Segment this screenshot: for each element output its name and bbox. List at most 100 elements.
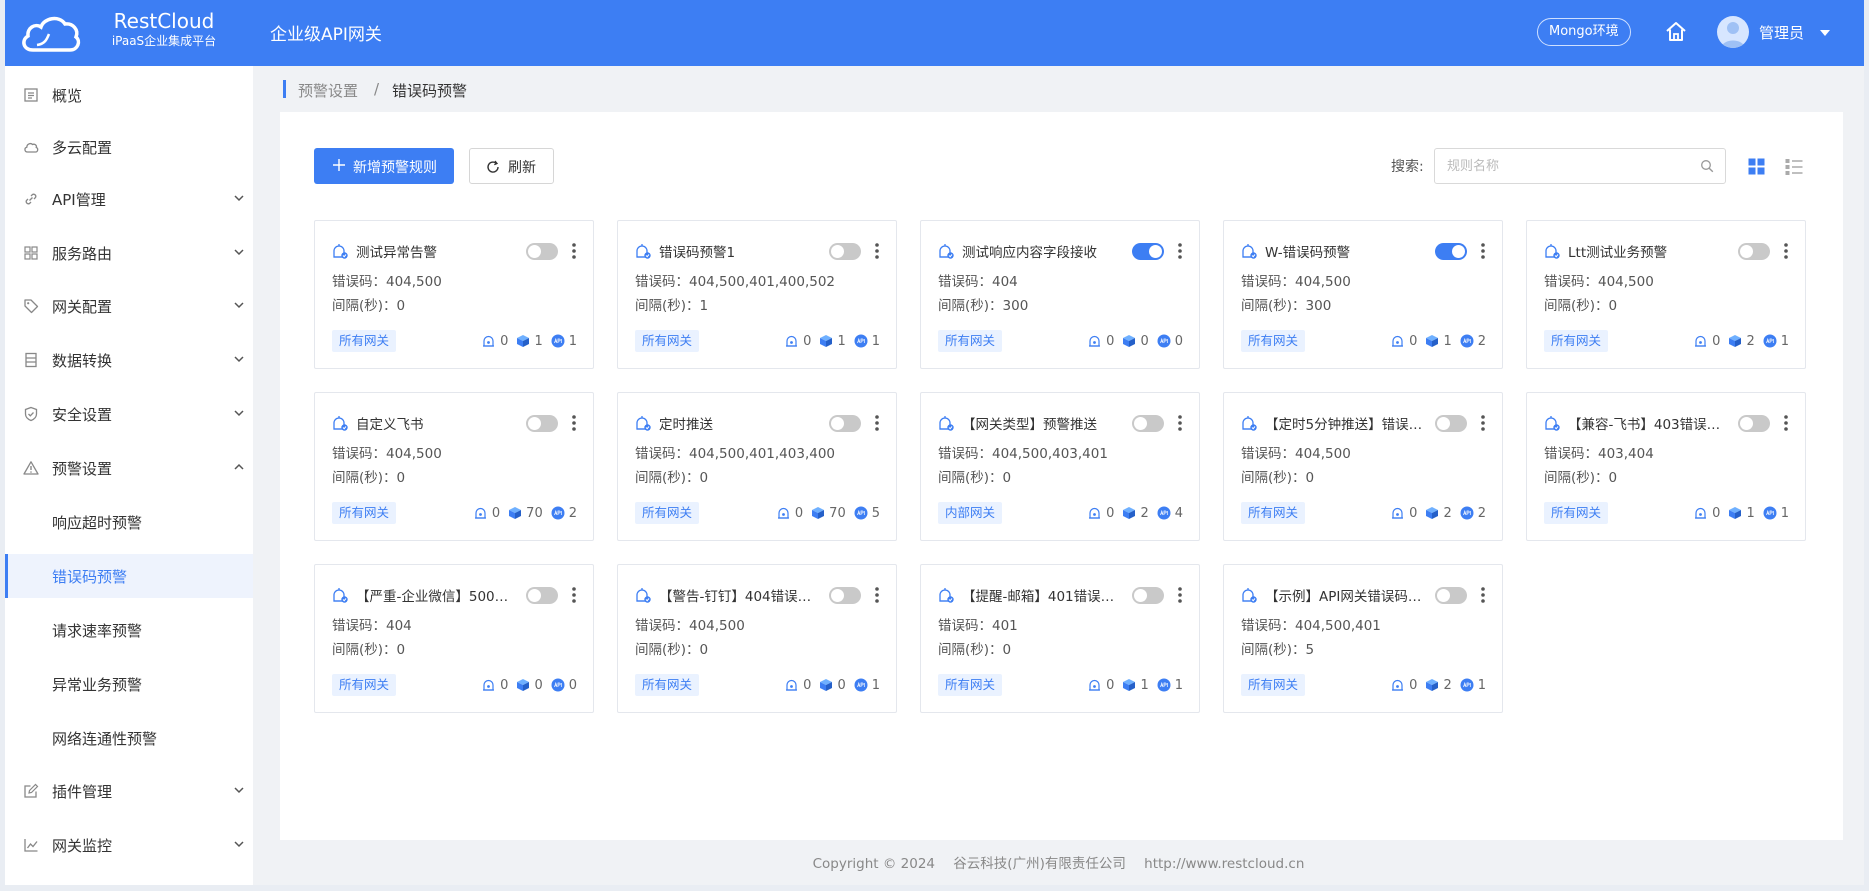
more-vertical-icon[interactable] xyxy=(571,586,577,604)
alert-rule-card[interactable]: 定时推送 错误码：404,500,401,403,400 间隔(秒)：0 所有网关 0 7… xyxy=(617,392,897,541)
alert-rule-title[interactable]: Ltt测试业务预警 xyxy=(1568,241,1733,261)
more-vertical-icon[interactable] xyxy=(1177,414,1183,432)
sidebar-subitem-business-alert[interactable]: 异常业务预警 xyxy=(5,662,253,706)
card-stats: 0 70 5 xyxy=(777,504,880,522)
breadcrumb-parent[interactable]: 预警设置 xyxy=(298,80,358,101)
more-vertical-icon[interactable] xyxy=(874,242,880,260)
search-icon[interactable] xyxy=(1700,159,1714,173)
enable-toggle[interactable] xyxy=(1132,415,1164,432)
more-vertical-icon[interactable] xyxy=(874,586,880,604)
list-view-icon[interactable] xyxy=(1785,158,1803,175)
alert-rule-title[interactable]: 【网关类型】预警推送 xyxy=(962,413,1127,433)
alert-rule-title[interactable]: 【兼容-飞书】403错误码预警 xyxy=(1568,413,1733,433)
alert-rule-title[interactable]: W-错误码预警 xyxy=(1265,241,1430,261)
enable-toggle[interactable] xyxy=(1435,243,1467,260)
alert-rule-card[interactable]: 【严重-企业微信】500错误码预警错误码：404 间隔(秒)：0 所有网关 0 0 0 xyxy=(314,564,594,713)
service-cube-icon xyxy=(1123,335,1136,347)
enable-toggle[interactable] xyxy=(1132,587,1164,604)
alert-rule-title[interactable]: 【严重-企业微信】500错误码预警 xyxy=(356,585,521,605)
alert-rule-card[interactable]: 测试异常告警 错误码：404,500 间隔(秒)：0 所有网关 0 1 1 xyxy=(314,220,594,369)
caret-down-icon[interactable] xyxy=(1820,29,1830,37)
enable-toggle[interactable] xyxy=(1738,243,1770,260)
enable-toggle[interactable] xyxy=(1738,415,1770,432)
sidebar-item-data-transform[interactable]: 数据转换 xyxy=(5,338,253,382)
home-icon[interactable] xyxy=(1664,20,1688,44)
more-vertical-icon[interactable] xyxy=(571,242,577,260)
alert-rule-card[interactable]: 【兼容-飞书】403错误码预警 错误码：403,404 间隔(秒)：0 所有网关 0 1 1 xyxy=(1526,392,1806,541)
sidebar-subitem-timeout-alert[interactable]: 响应超时预警 xyxy=(5,500,253,544)
alert-rule-card[interactable]: 测试响应内容字段接收 错误码：404 间隔(秒)：300 所有网关 0 0 0 xyxy=(920,220,1200,369)
service-cube-icon xyxy=(820,335,833,347)
sidebar-subitem-error-code-alert[interactable]: 错误码预警 xyxy=(5,554,253,598)
alert-rule-card[interactable]: 【提醒-邮箱】401错误码预警 错误码：401 间隔(秒)：0 所有网关 0 1 1 xyxy=(920,564,1200,713)
more-vertical-icon[interactable] xyxy=(1480,586,1486,604)
enable-toggle[interactable] xyxy=(526,243,558,260)
alert-rule-card[interactable]: 【网关类型】预警推送 错误码：404,500,403,401 间隔(秒)：0 内部网关… xyxy=(920,392,1200,541)
refresh-button[interactable]: 刷新 xyxy=(469,148,554,184)
enable-toggle[interactable] xyxy=(526,587,558,604)
sidebar-subitem-rate-alert[interactable]: 请求速率预警 xyxy=(5,608,253,652)
enable-toggle[interactable] xyxy=(526,415,558,432)
more-vertical-icon[interactable] xyxy=(1177,586,1183,604)
alert-rule-title[interactable]: 【警告-钉钉】404错误码预警 xyxy=(659,585,824,605)
sidebar-item-overview[interactable]: 概览 xyxy=(5,73,253,117)
enable-toggle[interactable] xyxy=(1132,243,1164,260)
sidebar-item-security[interactable]: 安全设置 xyxy=(5,392,253,436)
breadcrumb-separator: / xyxy=(374,80,380,98)
alert-rule-card[interactable]: 【警告-钉钉】404错误码预警 错误码：404,500 间隔(秒)：0 所有网关 0 0 1 xyxy=(617,564,897,713)
enable-toggle[interactable] xyxy=(829,415,861,432)
alert-rule-card[interactable]: W-错误码预警 错误码：404,500 间隔(秒)：300 所有网关 0 1 2 xyxy=(1223,220,1503,369)
alert-rule-card[interactable]: Ltt测试业务预警 错误码：404,500 间隔(秒)：0 所有网关 0 2 1 xyxy=(1526,220,1806,369)
more-vertical-icon[interactable] xyxy=(874,414,880,432)
chevron-down-icon xyxy=(234,356,244,363)
stat-value: 0 xyxy=(1106,677,1115,693)
sidebar-item-plugin-management[interactable]: 插件管理 xyxy=(5,769,253,813)
chevron-down-icon xyxy=(234,787,244,794)
alert-rule-card[interactable]: 【示例】API网关错误码预警 错误码：404,500,401 间隔(秒)：5 所有网关… xyxy=(1223,564,1503,713)
more-vertical-icon[interactable] xyxy=(1480,242,1486,260)
more-vertical-icon[interactable] xyxy=(571,414,577,432)
alert-rule-card[interactable]: 自定义飞书 错误码：404,500 间隔(秒)：0 所有网关 0 70 2 xyxy=(314,392,594,541)
alert-rule-title[interactable]: 【示例】API网关错误码预警 xyxy=(1265,585,1430,605)
chevron-down-icon xyxy=(234,195,244,202)
sidebar-item-service-routing[interactable]: 服务路由 xyxy=(5,231,253,275)
alert-rule-icon xyxy=(333,588,348,603)
alert-rule-title[interactable]: 【提醒-邮箱】401错误码预警 xyxy=(962,585,1127,605)
avatar[interactable] xyxy=(1717,16,1749,48)
alert-rule-title[interactable]: 测试异常告警 xyxy=(356,241,521,261)
sidebar-subitem-connectivity-alert[interactable]: 网络连通性预警 xyxy=(5,716,253,760)
alert-rule-title[interactable]: 定时推送 xyxy=(659,413,824,433)
alert-rule-card[interactable]: 【定时5分钟推送】错误码预警错误码：404,500 间隔(秒)：0 所有网关 0 2 2 xyxy=(1223,392,1503,541)
search-input[interactable] xyxy=(1436,150,1686,182)
enable-toggle[interactable] xyxy=(829,243,861,260)
alert-count-icon xyxy=(1695,507,1707,519)
footer-url[interactable]: http://www.restcloud.cn xyxy=(1144,856,1304,872)
more-vertical-icon[interactable] xyxy=(1783,242,1789,260)
user-name[interactable]: 管理员 xyxy=(1759,22,1804,43)
alert-rule-title[interactable]: 错误码预警1 xyxy=(659,241,824,261)
more-vertical-icon[interactable] xyxy=(1783,414,1789,432)
enable-toggle[interactable] xyxy=(1435,587,1467,604)
sidebar-item-gateway-config[interactable]: 网关配置 xyxy=(5,284,253,328)
stat-value: 0 xyxy=(794,505,804,521)
sidebar-item-api-management[interactable]: API管理 xyxy=(5,177,253,221)
alert-rule-title[interactable]: 测试响应内容字段接收 xyxy=(962,241,1127,261)
cloud-icon xyxy=(24,142,39,153)
alert-rule-title[interactable]: 自定义飞书 xyxy=(356,413,521,433)
alert-rule-card[interactable]: 错误码预警1 错误码：404,500,401,400,502 间隔(秒)：1 所有网关… xyxy=(617,220,897,369)
sidebar-item-gateway-monitor[interactable]: 网关监控 xyxy=(5,823,253,867)
sidebar-subitem-label: 网络连通性预警 xyxy=(52,730,158,748)
alert-rule-title[interactable]: 【定时5分钟推送】错误码预警 xyxy=(1265,413,1430,433)
enable-toggle[interactable] xyxy=(1435,415,1467,432)
environment-button[interactable]: Mongo环境 xyxy=(1537,18,1631,46)
service-cube-icon xyxy=(517,335,530,347)
sidebar-item-multi-cloud[interactable]: 多云配置 xyxy=(5,125,253,169)
enable-toggle[interactable] xyxy=(829,587,861,604)
sidebar-item-alert-settings[interactable]: 预警设置 xyxy=(5,446,253,490)
add-alert-rule-button[interactable]: 新增预警规则 xyxy=(314,148,454,184)
more-vertical-icon[interactable] xyxy=(1177,242,1183,260)
more-vertical-icon[interactable] xyxy=(1480,414,1486,432)
interval: 间隔(秒)：0 xyxy=(1241,470,1315,486)
stat-value: 0 xyxy=(500,333,509,349)
grid-view-icon[interactable] xyxy=(1748,158,1765,175)
